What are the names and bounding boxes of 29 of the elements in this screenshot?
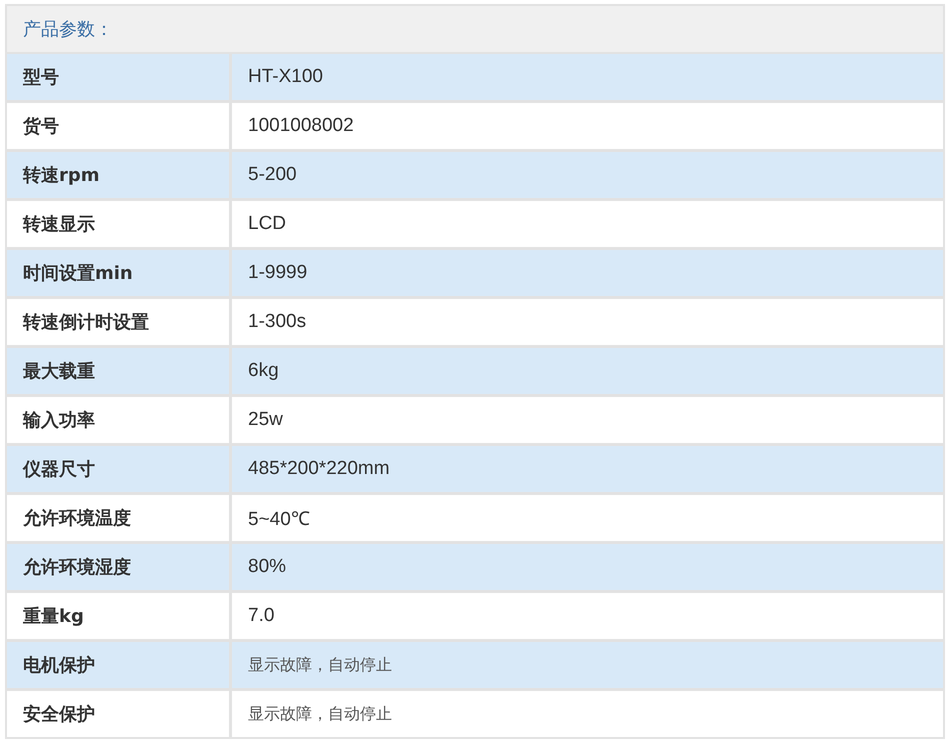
spec-value: 7.0 <box>232 593 943 639</box>
spec-value: 1-300s <box>232 299 943 345</box>
spec-value: 80% <box>232 544 943 590</box>
table-title: 产品参数： <box>23 18 113 41</box>
spec-label: 货号 <box>7 103 232 149</box>
spec-value: LCD <box>232 201 943 247</box>
spec-label: 允许环境湿度 <box>7 544 232 590</box>
spec-label: 转速显示 <box>7 201 232 247</box>
spec-value: 5-200 <box>232 152 943 198</box>
spec-value: 5~40℃ <box>232 495 943 541</box>
spec-value: 显示故障，自动停止 <box>232 642 943 688</box>
spec-value: 485*200*220mm <box>232 446 943 492</box>
spec-value: 1001008002 <box>232 103 943 149</box>
spec-label: 输入功率 <box>7 397 232 443</box>
spec-label: 最大载重 <box>7 348 232 394</box>
spec-value: 显示故障，自动停止 <box>232 691 943 737</box>
spec-label: 电机保护 <box>7 642 232 688</box>
spec-value: HT-X100 <box>232 54 943 100</box>
spec-label: 重量kg <box>7 593 232 639</box>
spec-label: 仪器尺寸 <box>7 446 232 492</box>
spec-label: 转速倒计时设置 <box>7 299 232 345</box>
spec-label: 型号 <box>7 54 232 100</box>
spec-label: 转速rpm <box>7 152 232 198</box>
spec-value: 6kg <box>232 348 943 394</box>
spec-label: 时间设置min <box>7 250 232 296</box>
spec-label: 安全保护 <box>7 691 232 737</box>
spec-label: 允许环境温度 <box>7 495 232 541</box>
spec-value: 1-9999 <box>232 250 943 296</box>
spec-value: 25w <box>232 397 943 443</box>
